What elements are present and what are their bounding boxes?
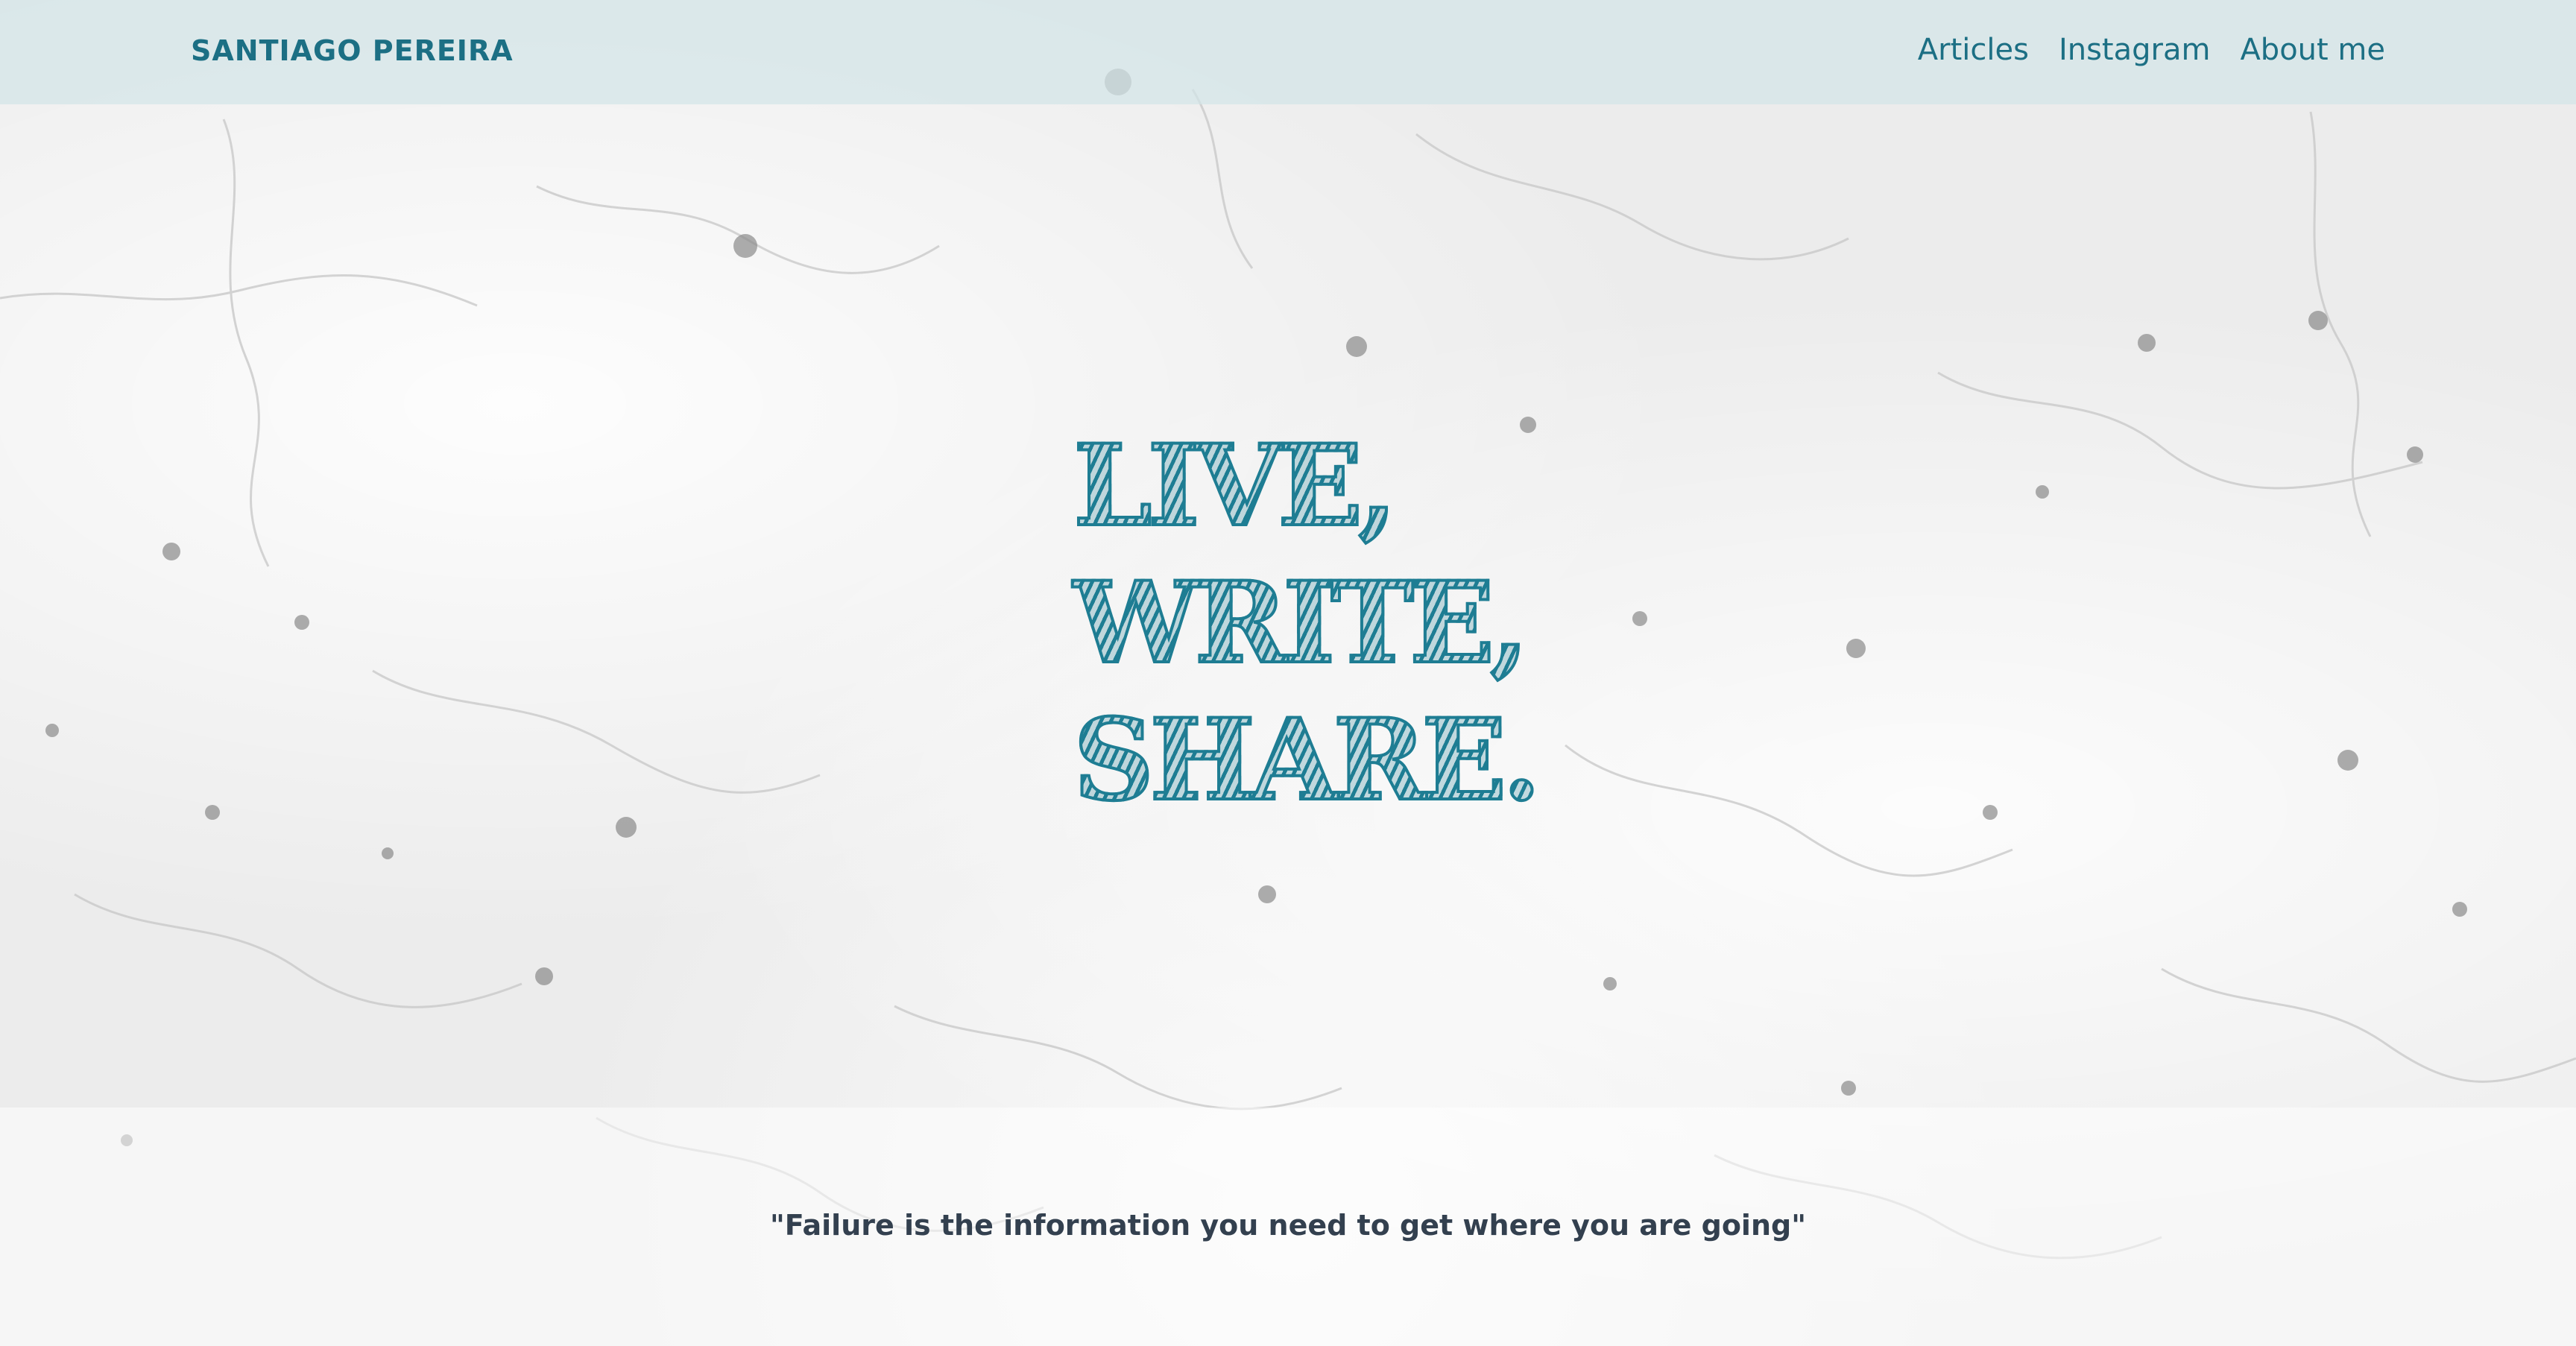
nav-link-about-me[interactable]: About me: [2240, 33, 2385, 67]
hero-heading: LIVE, WRITE, SHARE.: [1072, 417, 1595, 829]
hero-line-live: LIVE,: [1072, 417, 1595, 554]
top-navbar: SANTIAGO PEREIRA Articles Instagram Abou…: [0, 0, 2576, 104]
nav-link-instagram[interactable]: Instagram: [2059, 33, 2211, 67]
hero-line-share: SHARE.: [1072, 692, 1595, 829]
site-brand-link[interactable]: SANTIAGO PEREIRA: [191, 34, 514, 67]
quote-text: "Failure is the information you need to …: [769, 1209, 1807, 1242]
nav-link-articles[interactable]: Articles: [1918, 33, 2029, 67]
hero-line-write: WRITE,: [1072, 554, 1595, 692]
nav-links: Articles Instagram About me: [1918, 33, 2385, 67]
